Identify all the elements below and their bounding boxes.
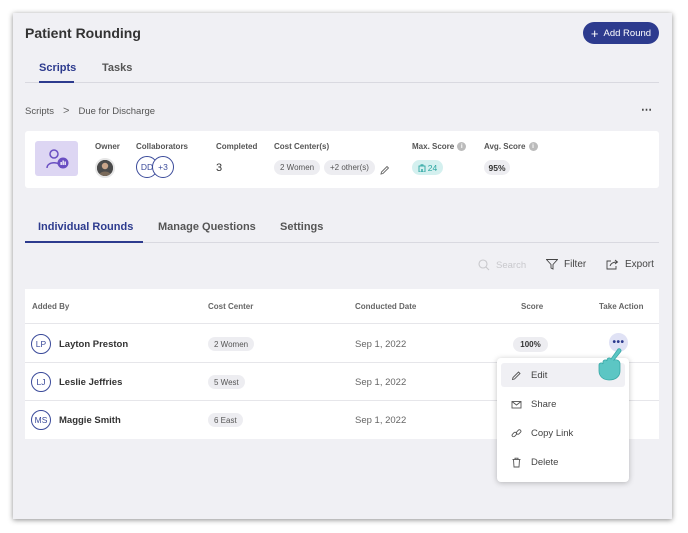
building-icon: [418, 163, 426, 172]
completed-value: 3: [216, 162, 223, 174]
max-score-chip: 24: [412, 160, 443, 175]
top-tab-bar: Scripts Tasks: [25, 62, 659, 83]
user-initials-avatar: MS: [31, 410, 51, 430]
menu-item-delete[interactable]: Delete: [501, 450, 625, 474]
more-collaborators-badge[interactable]: +3: [152, 156, 174, 178]
owner-label: Owner: [95, 142, 120, 151]
cost-centers-label: Cost Center(s): [274, 142, 330, 151]
cost-center-chip: 2 Women: [274, 160, 321, 175]
owner-avatar[interactable]: [95, 158, 115, 178]
max-score-label-text: Max. Score: [412, 142, 455, 151]
plus-icon: +: [590, 25, 599, 41]
menu-item-copy-link[interactable]: Copy Link: [501, 421, 625, 445]
sub-tab-bar: Individual Rounds Manage Questions Setti…: [25, 221, 659, 243]
tab-individual-rounds[interactable]: Individual Rounds: [25, 221, 143, 243]
cost-center-chip: 6 East: [208, 413, 243, 427]
added-by-name: Layton Preston: [59, 339, 129, 350]
breadcrumb-scripts[interactable]: Scripts: [25, 106, 54, 117]
cost-center-chip: 5 West: [208, 375, 245, 389]
tab-manage-questions[interactable]: Manage Questions: [158, 221, 256, 243]
export-label: Export: [625, 259, 654, 270]
pencil-icon: [511, 370, 521, 380]
filter-label: Filter: [564, 259, 587, 270]
tab-scripts[interactable]: Scripts: [39, 62, 76, 83]
breadcrumb: Scripts > Due for Discharge: [25, 105, 155, 117]
collaborators-label: Collaborators: [136, 142, 189, 151]
user-initials-avatar: LJ: [31, 372, 51, 392]
envelope-icon: [511, 400, 522, 408]
column-header-take-action: Take Action: [599, 302, 644, 311]
added-by-name: Leslie Jeffries: [59, 377, 123, 388]
more-cost-centers-chip[interactable]: +2 other(s): [324, 160, 375, 175]
link-icon: [511, 428, 522, 437]
patient-chart-icon: [35, 141, 78, 176]
column-header-conducted-date[interactable]: Conducted Date: [355, 302, 416, 311]
column-header-score[interactable]: Score: [521, 302, 543, 311]
pointing-hand-icon: [594, 347, 626, 386]
more-options-button[interactable]: ⋯: [641, 103, 653, 116]
user-initials-avatar: LP: [31, 334, 51, 354]
max-score-label: Max. Score i: [412, 142, 467, 151]
column-header-cost-center[interactable]: Cost Center: [208, 302, 253, 311]
cost-center-chip: 2 Women: [208, 337, 255, 351]
export-icon: [606, 259, 619, 270]
edit-cost-centers-icon[interactable]: [380, 162, 390, 180]
conducted-date: Sep 1, 2022: [355, 415, 407, 426]
search-placeholder: Search: [496, 259, 527, 271]
page-title: Patient Rounding: [25, 25, 141, 41]
app-window: Patient Rounding + Add Round Scripts Tas…: [13, 13, 672, 519]
breadcrumb-current: Due for Discharge: [78, 105, 156, 117]
menu-item-label: Share: [531, 398, 557, 410]
trash-icon: [512, 457, 521, 467]
conducted-date: Sep 1, 2022: [355, 339, 407, 350]
table-header: Added By Cost Center Conducted Date Scor…: [25, 289, 659, 324]
menu-item-label: Copy Link: [531, 427, 574, 439]
conducted-date: Sep 1, 2022: [355, 377, 407, 388]
added-by-name: Maggie Smith: [59, 415, 121, 426]
tab-settings[interactable]: Settings: [280, 221, 323, 243]
avg-score-label: Avg. Score i: [484, 142, 538, 151]
column-header-added-by[interactable]: Added By: [32, 302, 69, 311]
max-score-value: 24: [427, 162, 438, 173]
score-chip: 100%: [513, 337, 548, 352]
filter-button[interactable]: Filter: [546, 259, 586, 270]
add-round-label: Add Round: [603, 27, 652, 39]
avg-score-info-icon[interactable]: i: [528, 142, 538, 151]
add-round-button[interactable]: + Add Round: [583, 22, 659, 44]
completed-label: Completed: [216, 142, 258, 151]
filter-icon: [546, 259, 558, 270]
menu-item-label: Edit: [531, 369, 548, 381]
search-input[interactable]: Search: [478, 259, 526, 271]
max-score-info-icon[interactable]: i: [457, 142, 467, 151]
menu-item-label: Delete: [531, 456, 559, 468]
search-icon: [478, 259, 490, 271]
menu-item-share[interactable]: Share: [501, 392, 625, 416]
export-button[interactable]: Export: [606, 259, 654, 270]
breadcrumb-separator: >: [63, 105, 70, 117]
avg-score-chip: 95%: [484, 160, 510, 175]
tab-tasks[interactable]: Tasks: [102, 62, 132, 83]
avg-score-label-text: Avg. Score: [484, 142, 526, 151]
script-info-card: Owner Collaborators DD +3 Completed 3 Co…: [25, 131, 659, 188]
